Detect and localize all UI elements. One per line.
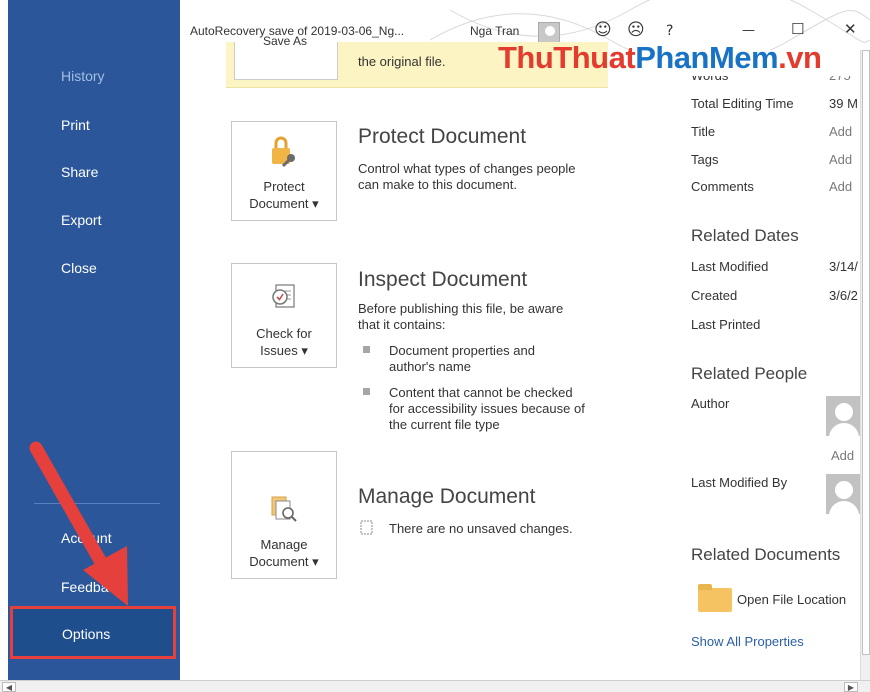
minimize-icon[interactable]: — xyxy=(742,23,755,38)
check-for-issues-button[interactable]: Check for Issues ▾ xyxy=(231,263,337,368)
author-avatar xyxy=(826,396,862,436)
manage-document-label: Manage Document ▾ xyxy=(249,537,319,569)
smile-icon[interactable]: ☺ xyxy=(594,20,612,40)
backstage-nav: History Print Share Export Close Account… xyxy=(8,0,180,680)
nav-account[interactable]: Account xyxy=(61,530,112,546)
tags-label: Tags xyxy=(691,152,719,167)
nav-close[interactable]: Close xyxy=(61,260,97,276)
protect-document-title: Protect Document xyxy=(358,125,527,148)
save-as-label: Save As xyxy=(263,34,308,48)
editing-time-value: 39 M xyxy=(829,96,858,111)
nav-print[interactable]: Print xyxy=(61,117,90,133)
save-as-button[interactable]: Save As xyxy=(234,34,338,80)
open-file-location-link[interactable]: Open File Location xyxy=(737,592,846,607)
banner-text: the original file. xyxy=(358,54,446,69)
bullet-square-icon xyxy=(363,388,370,395)
show-all-properties-link[interactable]: Show All Properties xyxy=(691,634,804,649)
bullet-square-icon xyxy=(363,346,370,353)
created-label: Created xyxy=(691,288,738,303)
vertical-scrollbar[interactable] xyxy=(860,50,870,680)
protect-document-button[interactable]: Protect Document ▾ xyxy=(231,121,337,221)
check-for-issues-label: Check for Issues ▾ xyxy=(256,326,312,358)
nav-history[interactable]: History xyxy=(61,68,105,84)
manage-document-icon xyxy=(271,496,297,522)
last-modified-label: Last Modified xyxy=(691,259,769,274)
protect-document-label: Protect Document ▾ xyxy=(249,179,319,211)
scroll-right-icon[interactable]: ▶ xyxy=(844,682,858,692)
nav-options-label: Options xyxy=(62,626,111,642)
inspect-bullet-accessibility: Content that cannot be checked for acces… xyxy=(363,385,585,433)
lock-key-icon xyxy=(272,136,295,168)
last-modified-value: 3/14/ xyxy=(829,259,858,274)
watermark-logo: ThuThuatPhanMem.vn xyxy=(498,40,822,75)
last-modified-by-label: Last Modified By xyxy=(691,475,788,490)
folder-icon xyxy=(698,584,732,612)
document-status-icon xyxy=(360,520,373,535)
editing-time-label: Total Editing Time xyxy=(691,96,794,111)
tags-value-field[interactable]: Add xyxy=(829,152,852,167)
vertical-scroll-thumb[interactable] xyxy=(862,50,870,655)
scroll-left-icon[interactable]: ◀ xyxy=(2,682,16,692)
comments-label: Comments xyxy=(691,179,754,194)
nav-export[interactable]: Export xyxy=(61,212,101,228)
nav-divider xyxy=(34,503,160,504)
author-label: Author xyxy=(691,396,730,411)
backstage-window: History Print Share Export Close Account… xyxy=(0,0,870,692)
inspect-document-title: Inspect Document xyxy=(358,268,528,291)
nav-feedback[interactable]: Feedback xyxy=(61,579,122,595)
inspect-bullet-properties: Document properties and author's name xyxy=(363,343,535,375)
close-icon[interactable]: ✕ xyxy=(844,20,857,38)
related-dates-heading: Related Dates xyxy=(691,226,799,245)
related-documents-heading: Related Documents xyxy=(691,545,841,564)
inspect-document-icon xyxy=(272,284,295,308)
manage-document-title: Manage Document xyxy=(358,485,536,508)
title-value-field[interactable]: Add xyxy=(829,124,852,139)
related-people-heading: Related People xyxy=(691,364,808,383)
manage-document-status: There are no unsaved changes. xyxy=(389,521,573,536)
last-printed-label: Last Printed xyxy=(691,317,761,332)
nav-share[interactable]: Share xyxy=(61,164,98,180)
last-modified-by-avatar xyxy=(826,474,862,514)
comments-value-field[interactable]: Add xyxy=(829,179,852,194)
manage-document-button[interactable]: Manage Document ▾ xyxy=(231,451,337,579)
horizontal-scrollbar[interactable]: ◀ ▶ xyxy=(0,680,870,692)
help-icon[interactable]: ? xyxy=(666,23,673,39)
protect-document-desc: Control what types of changes people can… xyxy=(358,161,576,192)
words-value: 275 xyxy=(829,68,851,83)
frown-icon[interactable]: ☹ xyxy=(627,20,645,40)
maximize-icon[interactable]: ☐ xyxy=(791,20,804,38)
created-value: 3/6/2 xyxy=(829,288,858,303)
user-name[interactable]: Nga Tran xyxy=(470,24,519,38)
add-author-link[interactable]: Add xyxy=(831,448,854,463)
inspect-document-desc: Before publishing this file, be aware th… xyxy=(358,301,564,332)
title-label: Title xyxy=(691,124,716,139)
nav-options[interactable]: Options xyxy=(10,606,176,659)
